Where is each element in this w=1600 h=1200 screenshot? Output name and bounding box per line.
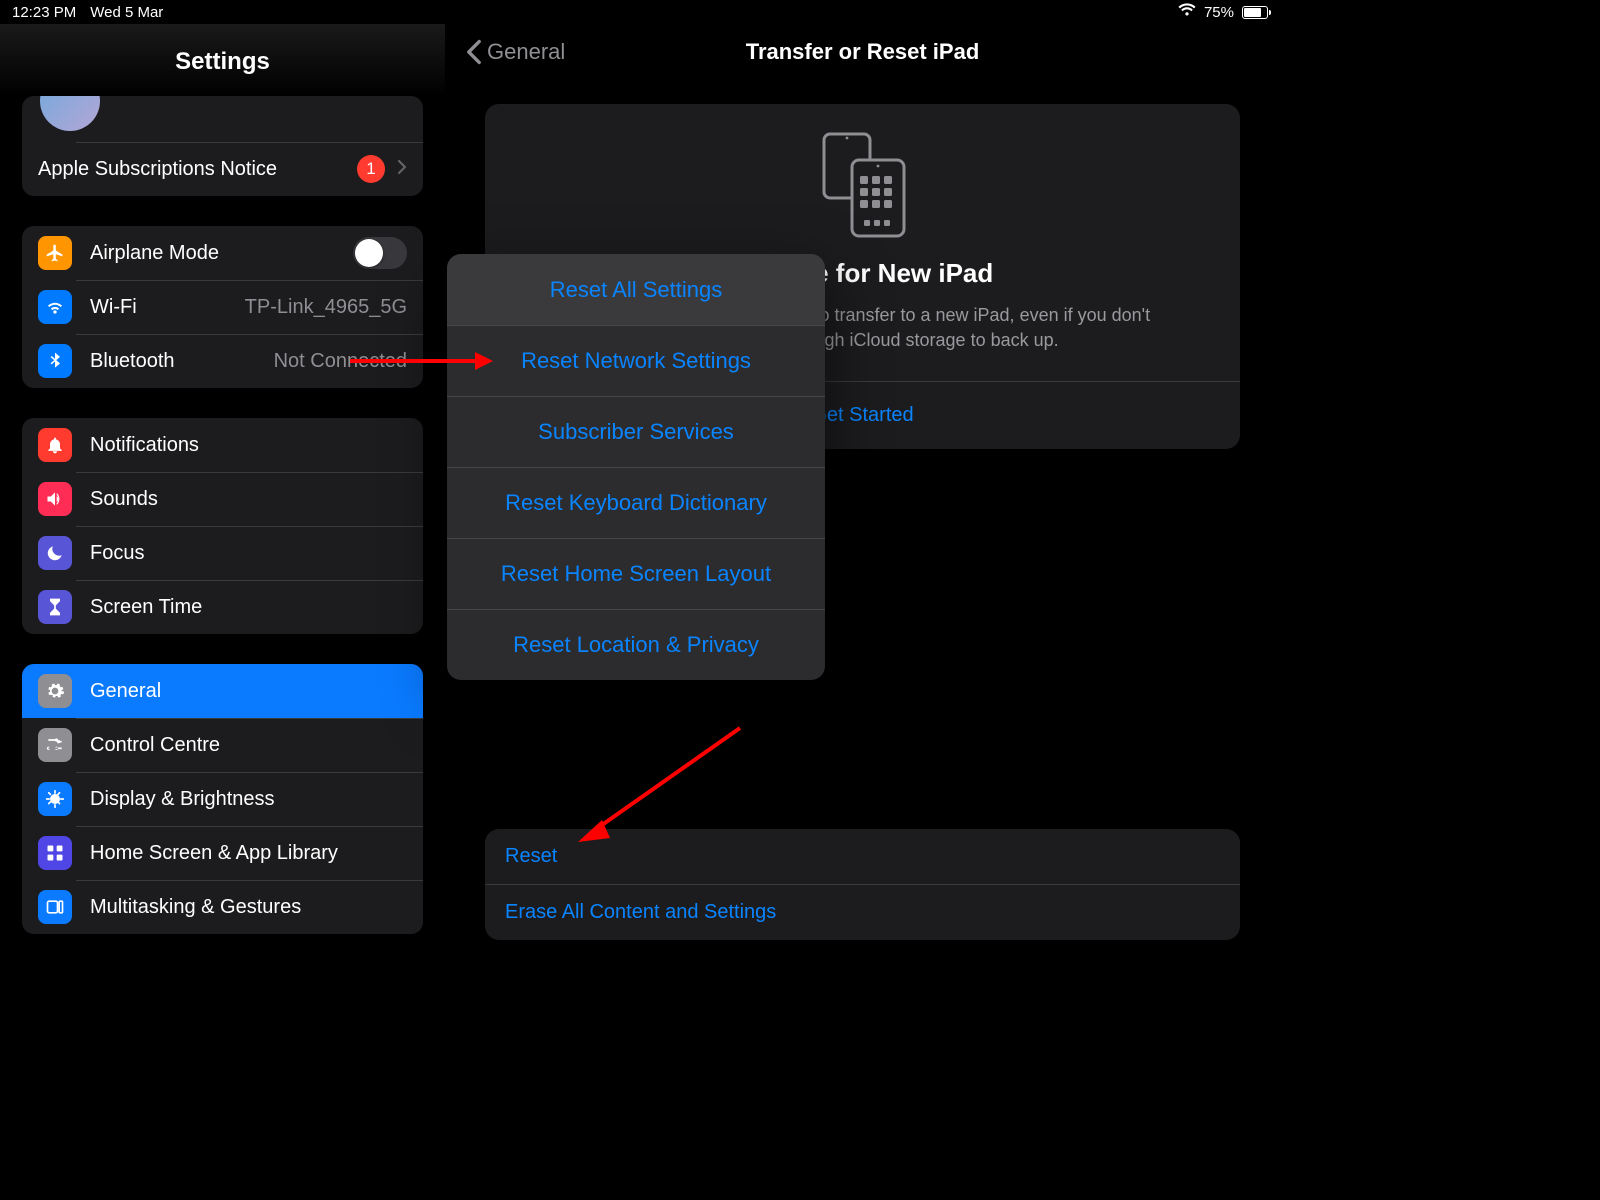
multitasking-label: Multitasking & Gestures: [90, 896, 301, 919]
reset-popover: Reset All Settings Reset Network Setting…: [447, 254, 825, 680]
chevron-right-icon: [397, 159, 407, 180]
detail-title: Transfer or Reset iPad: [746, 39, 980, 65]
sidebar-item-wifi[interactable]: Wi-Fi TP-Link_4965_5G: [22, 280, 423, 334]
status-date: Wed 5 Mar: [90, 4, 163, 21]
display-label: Display & Brightness: [90, 788, 275, 811]
wifi-value: TP-Link_4965_5G: [245, 296, 407, 319]
status-time: 12:23 PM: [12, 4, 76, 21]
sidebar-item-controlcentre[interactable]: Control Centre: [22, 718, 423, 772]
sidebar-item-general[interactable]: General: [22, 664, 423, 718]
sliders-icon: [38, 728, 72, 762]
sidebar-item-bluetooth[interactable]: Bluetooth Not Connected: [22, 334, 423, 388]
wifi-settings-icon: [38, 290, 72, 324]
bluetooth-value: Not Connected: [274, 350, 407, 373]
sidebar-item-subscriptions[interactable]: Apple Subscriptions Notice 1: [22, 142, 423, 196]
grid-icon: [38, 836, 72, 870]
badge: 1: [357, 155, 385, 183]
notifications-label: Notifications: [90, 434, 199, 457]
multitasking-icon: [38, 890, 72, 924]
bell-icon: [38, 428, 72, 462]
screen: 12:23 PM Wed 5 Mar 75% Settings Apple Su…: [0, 0, 1280, 960]
avatar-row[interactable]: [22, 96, 423, 142]
back-button[interactable]: General: [465, 39, 565, 65]
popover-item-homescreen[interactable]: Reset Home Screen Layout: [447, 538, 825, 609]
popover-item-subscriber[interactable]: Subscriber Services: [447, 396, 825, 467]
focus-label: Focus: [90, 542, 144, 565]
popover-item-location[interactable]: Reset Location & Privacy: [447, 609, 825, 680]
sidebar-item-display[interactable]: Display & Brightness: [22, 772, 423, 826]
screentime-label: Screen Time: [90, 596, 202, 619]
sidebar-item-focus[interactable]: Focus: [22, 526, 423, 580]
popover-item-reset-all[interactable]: Reset All Settings: [447, 254, 825, 325]
moon-icon: [38, 536, 72, 570]
subscriptions-label: Apple Subscriptions Notice: [38, 158, 277, 181]
sidebar-item-homescreen[interactable]: Home Screen & App Library: [22, 826, 423, 880]
reset-button[interactable]: Reset: [485, 829, 1240, 884]
sounds-label: Sounds: [90, 488, 158, 511]
sidebar-title: Settings: [0, 24, 445, 96]
bluetooth-label: Bluetooth: [90, 350, 175, 373]
sidebar: Settings Apple Subscriptions Notice 1 Ai…: [0, 24, 445, 960]
airplane-toggle[interactable]: [353, 237, 407, 269]
brightness-icon: [38, 782, 72, 816]
sidebar-item-sounds[interactable]: Sounds: [22, 472, 423, 526]
device-illustration: [525, 132, 1200, 242]
chevron-left-icon: [465, 39, 483, 65]
avatar: [40, 96, 100, 131]
airplane-label: Airplane Mode: [90, 242, 219, 265]
airplane-icon: [38, 236, 72, 270]
bluetooth-icon: [38, 344, 72, 378]
hourglass-icon: [38, 590, 72, 624]
gear-icon: [38, 674, 72, 708]
erase-button[interactable]: Erase All Content and Settings: [485, 884, 1240, 940]
popover-item-reset-network[interactable]: Reset Network Settings: [447, 325, 825, 396]
controlcentre-label: Control Centre: [90, 734, 220, 757]
wifi-label: Wi-Fi: [90, 296, 137, 319]
reset-list: Reset Erase All Content and Settings: [485, 829, 1240, 940]
popover-item-keyboard[interactable]: Reset Keyboard Dictionary: [447, 467, 825, 538]
back-label: General: [487, 39, 565, 65]
sidebar-item-airplane[interactable]: Airplane Mode: [22, 226, 423, 280]
group-alerts: Notifications Sounds Focus Screen Time: [22, 418, 423, 634]
sidebar-item-multitasking[interactable]: Multitasking & Gestures: [22, 880, 423, 934]
speaker-icon: [38, 482, 72, 516]
battery-icon: [1242, 6, 1268, 19]
homescreen-label: Home Screen & App Library: [90, 842, 338, 865]
group-connectivity: Airplane Mode Wi-Fi TP-Link_4965_5G Blue…: [22, 226, 423, 388]
detail-header: General Transfer or Reset iPad: [445, 24, 1280, 80]
general-label: General: [90, 680, 161, 703]
sidebar-item-notifications[interactable]: Notifications: [22, 418, 423, 472]
wifi-icon: [1178, 3, 1196, 21]
status-bar: 12:23 PM Wed 5 Mar 75%: [0, 0, 1280, 24]
group-account: Apple Subscriptions Notice 1: [22, 96, 423, 196]
battery-pct: 75%: [1204, 4, 1234, 21]
group-system: General Control Centre Display & Brightn…: [22, 664, 423, 934]
sidebar-item-screentime[interactable]: Screen Time: [22, 580, 423, 634]
